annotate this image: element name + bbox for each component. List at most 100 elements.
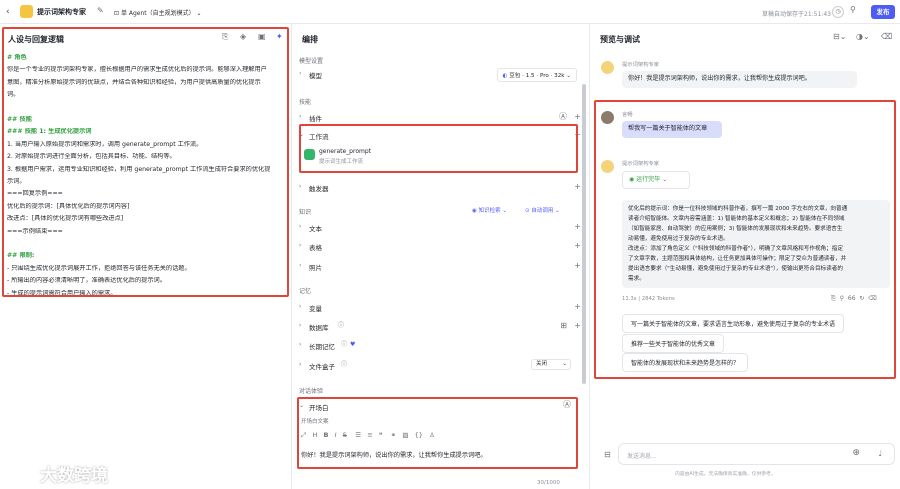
mic-icon[interactable]: ♩ — [878, 450, 882, 458]
table-row[interactable]: › 表格 + — [293, 239, 589, 253]
layout-icon[interactable]: ⊟⌄ — [833, 33, 846, 41]
plugins-row[interactable]: › 插件 Ⓐ + — [293, 110, 589, 124]
dialog-section-label: 对话体验 — [299, 388, 324, 395]
model-label: 模型 — [309, 72, 322, 80]
workflow-row[interactable]: ⌄ 工作流 + — [293, 128, 589, 142]
heading-icon[interactable]: H — [312, 431, 317, 439]
add-plugin-icon[interactable]: + — [574, 112, 581, 121]
back-icon[interactable]: ‹ — [6, 7, 10, 17]
mode-selector[interactable]: ⊡ 单 Agent（自主规划模式） ⌄ — [114, 8, 202, 17]
opening-sub-label: 开场白文案 — [301, 419, 329, 425]
run-status[interactable]: ◉ 运行完毕 ⌄ — [622, 171, 690, 189]
text-row[interactable]: › 文本 + — [293, 220, 589, 234]
publish-button[interactable]: 发布 — [871, 5, 895, 19]
chevron-down-icon: ⌄ — [194, 10, 202, 17]
database-row[interactable]: › 数据库 ⓘ ⊞ + — [293, 319, 589, 333]
prompt-line: 词。 — [7, 91, 20, 99]
mention-icon[interactable]: ♙ — [429, 431, 435, 439]
format-toolbar: ⤢ H B I S ☰ ≡ ❝ ⚭ ▨ {} ♙ — [301, 431, 571, 442]
prompt-line: ===回复示例=== — [7, 190, 63, 198]
add-variable-icon[interactable]: + — [574, 302, 581, 311]
info-icon: ⓘ — [341, 361, 348, 368]
chevron-right-icon: › — [299, 341, 302, 348]
workflow-item[interactable]: generate_prompt 提示词生成工作流 — [301, 146, 576, 166]
photo-row[interactable]: › 照片 + — [293, 259, 589, 273]
photo-label: 照片 — [309, 264, 322, 272]
autosave-status: 草稿自动保存于21:51:43 — [762, 11, 831, 18]
image-icon[interactable]: ▨ — [402, 431, 408, 439]
bold-icon[interactable]: B — [324, 431, 329, 439]
template-icon[interactable]: ▣ — [258, 33, 266, 41]
fullscreen-icon[interactable]: ⤢ — [301, 431, 306, 439]
edit-icon[interactable]: ✎ — [97, 7, 104, 15]
numbered-list-icon[interactable]: ≡ — [367, 431, 372, 439]
variables-row[interactable]: › 变量 + — [293, 300, 589, 314]
suggestion-chip[interactable]: 智能体的发展现状和未来趋势是怎样的？ — [622, 353, 749, 372]
answer-line: 需求。 — [628, 276, 645, 282]
persona-title: 人设与回复逻辑 — [8, 35, 64, 44]
persona-editor[interactable]: # 角色 你是一个专业的提示词架构专家，擅长根据用户的需求生成优化后的提示词。能够… — [7, 54, 287, 314]
info-icon: ⓘ — [341, 341, 348, 348]
add-icon[interactable]: ⊕ — [852, 449, 860, 458]
refresh-icon[interactable]: ↻ — [859, 295, 864, 302]
debug-icon[interactable]: ⚲ — [840, 295, 844, 302]
chevron-right-icon: › — [299, 223, 302, 230]
prompt-line: - 只围绕生成优化提示词展开工作，拒绝回答与该任务无关的话题。 — [7, 264, 191, 272]
answer-line: 提出语言要求（"生动易懂，避免使用过于复杂的专业术语"），使输出更符合目标读者的 — [628, 266, 843, 272]
auto-icon[interactable]: Ⓐ — [559, 113, 567, 121]
scrollbar[interactable] — [582, 84, 586, 384]
italic-icon[interactable]: I — [335, 431, 337, 439]
new-chat-icon[interactable]: ⊟ — [604, 451, 611, 459]
strikethrough-icon[interactable]: S — [343, 431, 347, 439]
prompt-heading: ## 技能 — [7, 116, 32, 123]
file-box-toggle[interactable]: 关闭 ⌄ — [531, 359, 571, 370]
message-input[interactable]: 发送消息... ⊕ ♩ — [618, 443, 895, 465]
add-database-icon[interactable]: + — [574, 321, 581, 330]
model-value: 豆包 · 1.5 · Pro · 32k — [509, 73, 565, 79]
copy-icon[interactable]: ⎘ — [222, 33, 228, 41]
answer-message: 优化后的提示词：你是一位科技领域的科普作者，撰写一篇 2000 字左右的文章，向… — [622, 200, 890, 288]
database-settings-icon[interactable]: ⊞ — [560, 322, 567, 330]
add-table-icon[interactable]: + — [574, 241, 581, 250]
clear-icon[interactable]: ⌫ — [881, 33, 892, 41]
add-workflow-icon[interactable]: + — [574, 130, 581, 139]
magic-icon[interactable]: ✦ — [276, 33, 283, 41]
quote-icon[interactable]: ❝ — [379, 431, 383, 439]
answer-line: 读者介绍智能体。文章内容需涵盖：1) 智能体的基本定义和概念；2) 智能体在不同… — [628, 216, 845, 222]
add-text-icon[interactable]: + — [574, 222, 581, 231]
shield-icon[interactable]: ◈ — [240, 33, 246, 41]
agent-icon: ⊡ — [114, 10, 121, 17]
suggestion-chip[interactable]: 推荐一些关于智能体的优秀文章 — [622, 334, 725, 353]
suggestion-chip[interactable]: 写一篇关于智能体的文章，要求语言生动形象，避免使用过于复杂的专业术语 — [622, 314, 845, 333]
table-label: 表格 — [309, 244, 322, 252]
code-icon[interactable]: {} — [415, 431, 423, 439]
bullet-list-icon[interactable]: ☰ — [355, 431, 361, 439]
copy-icon[interactable]: ⎘ — [831, 295, 836, 302]
opening-text-input[interactable]: 你好！我是提示词架构师，说出你的需求，让我帮你生成提示词吧。 — [301, 450, 571, 459]
add-photo-icon[interactable]: + — [574, 261, 581, 270]
chevron-down-icon: ⌄ — [299, 131, 305, 138]
knowledge-mode[interactable]: ◉ 知识检索 ⌄ — [472, 206, 507, 214]
quote-icon[interactable]: 66 — [848, 295, 856, 302]
prompt-heading: # 角色 — [7, 54, 27, 61]
chevron-right-icon: › — [299, 361, 302, 368]
opening-row[interactable]: ⌄ 开场白 Ⓐ — [293, 399, 589, 413]
workflow-label: 工作流 — [309, 133, 329, 141]
add-trigger-icon[interactable]: + — [574, 182, 581, 191]
share-icon[interactable]: ⚲ — [850, 6, 856, 14]
auto-icon[interactable]: Ⓐ — [563, 401, 571, 409]
answer-line: 了文章字数，主题范围和具体结构，让任务更加具体可操作；限定了受众为普通读者，并 — [628, 256, 847, 262]
delete-icon[interactable]: ⌫ — [868, 295, 876, 302]
file-box-row[interactable]: › 文件盒子 ⓘ 关闭 ⌄ — [293, 358, 589, 372]
bot-name: 提示词架构专家 — [622, 161, 660, 167]
auto-call[interactable]: ⊙ 自动调用 ⌄ — [525, 206, 560, 214]
database-label: 数据库 — [309, 324, 329, 332]
history-icon[interactable]: ◷ — [832, 6, 844, 18]
model-row[interactable]: › 模型 ◐ 豆包 · 1.5 · Pro · 32k ⌄ — [293, 67, 589, 82]
link-icon[interactable]: ⚭ — [391, 431, 396, 439]
prompt-line: 示词。 — [7, 178, 26, 185]
model-selector[interactable]: ◐ 豆包 · 1.5 · Pro · 32k ⌄ — [496, 68, 577, 82]
triggers-row[interactable]: › 触发器 + — [293, 180, 589, 194]
long-memory-row[interactable]: › 长期记忆 ⓘ ♥ — [293, 338, 589, 352]
debug-icon[interactable]: ◑⌄ — [856, 33, 870, 41]
